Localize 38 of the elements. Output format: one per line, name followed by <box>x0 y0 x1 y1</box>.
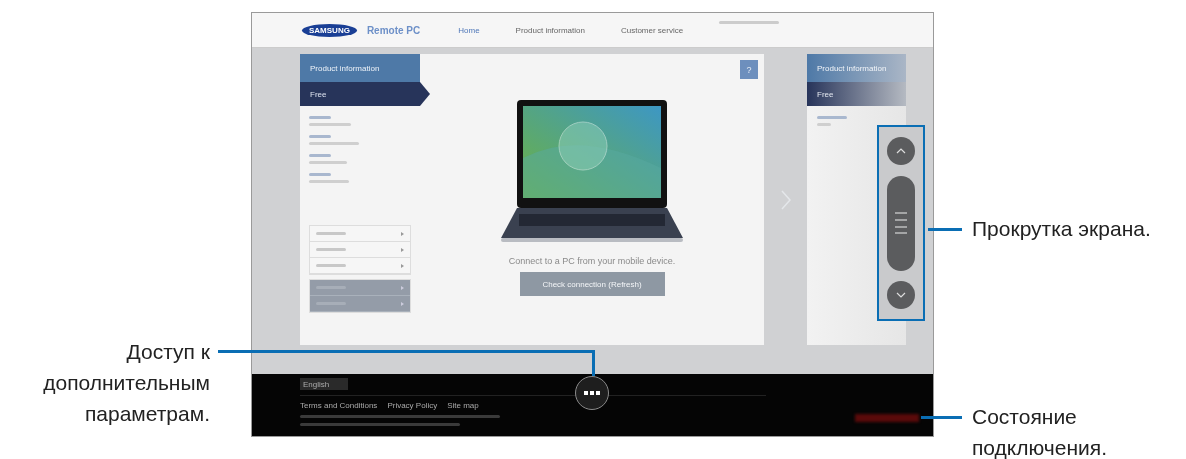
connect-message: Connect to a PC from your mobile device. <box>508 256 676 266</box>
card-title: Product information <box>807 54 906 82</box>
footer-link[interactable]: Privacy Policy <box>387 401 438 410</box>
blurred-line <box>719 21 780 24</box>
scroll-down-button[interactable] <box>887 281 915 309</box>
callout-text: Состояние подключения. <box>972 404 1108 459</box>
plan-label: Free <box>300 82 430 106</box>
blurred-line <box>309 135 331 138</box>
language-dropdown[interactable]: English <box>300 378 348 390</box>
connection-status <box>855 414 919 422</box>
grip-icon <box>895 212 907 234</box>
callout-text: Доступ к дополнительным параметрам. <box>42 339 210 427</box>
leader-line <box>928 228 962 231</box>
nav-link[interactable]: Customer service <box>620 25 684 35</box>
callout-text: Прокрутка экрана. <box>972 216 1152 242</box>
blurred-line <box>309 123 351 126</box>
blurred-line <box>817 123 831 126</box>
blurred-line <box>309 142 359 145</box>
sidebar-title: Product information <box>300 54 420 82</box>
plan-label: Free <box>807 82 906 106</box>
leader-line <box>921 416 962 419</box>
chevron-down-icon <box>896 292 906 298</box>
footer-link[interactable]: Terms and Conditions <box>300 401 378 410</box>
samsung-logo: SAMSUNG <box>302 23 357 37</box>
scroll-thumb[interactable] <box>887 175 915 271</box>
footer-link[interactable]: Site map <box>447 401 479 410</box>
scroll-up-button[interactable] <box>887 137 915 165</box>
blurred-line <box>309 161 347 164</box>
blurred-line <box>309 116 331 119</box>
nav-link[interactable]: Product information <box>515 25 585 35</box>
nav-link[interactable]: Home <box>458 25 480 35</box>
app-title: Remote PC <box>366 24 421 36</box>
blurred-line <box>817 116 847 119</box>
blurred-line <box>309 173 331 176</box>
chevron-up-icon <box>896 148 906 154</box>
blurred-line <box>309 180 349 183</box>
dots-icon <box>584 391 600 395</box>
blurred-line <box>309 154 331 157</box>
